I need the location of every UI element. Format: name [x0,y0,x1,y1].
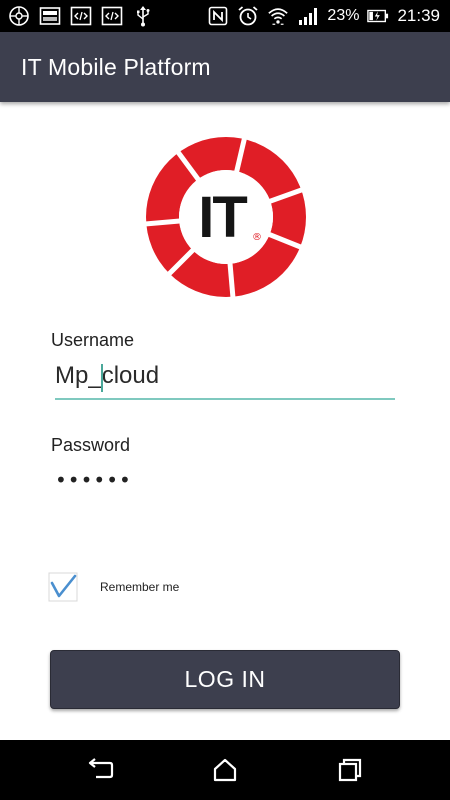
text-cursor [101,364,103,392]
battery-percent: 23% [327,7,360,24]
nfc-icon [207,5,229,27]
logo-text: IT [198,185,247,250]
status-bar-right-icons: 23% 21:39 [207,5,440,27]
battery-charging-icon [367,5,389,27]
login-button[interactable]: LOG IN [50,650,400,709]
password-field[interactable]: •••••• [55,468,132,492]
remember-me-label[interactable]: Remember me [100,580,179,594]
password-label: Password [51,435,131,455]
clock-time: 21:39 [397,6,440,25]
logo-registered-mark: ® [252,232,262,243]
usb-icon [132,5,154,27]
it-logo: IT ® [145,136,307,298]
navigation-bar [0,740,450,800]
checkmark-icon [50,574,77,598]
status-bar-left-icons [8,5,154,27]
vpn-icon [8,5,30,27]
signal-icon [297,5,319,27]
alarm-icon [237,5,259,27]
status-bar: 23% 21:39 [0,0,450,32]
login-screen: 23% 21:39 IT Mobile Platform IT ® Userna… [0,0,450,800]
username-label: Username [51,330,135,350]
code-icon [101,5,123,27]
wifi-icon [267,5,289,27]
home-icon[interactable] [211,756,239,784]
app-title: IT Mobile Platform [21,54,211,80]
back-icon[interactable] [86,756,114,784]
code-icon [70,5,92,27]
remember-me-checkbox[interactable] [48,572,78,602]
app-bar: IT Mobile Platform [0,32,450,102]
username-value: Mp_cloud [55,362,160,389]
image-icon [39,5,61,27]
recents-icon[interactable] [336,756,364,784]
